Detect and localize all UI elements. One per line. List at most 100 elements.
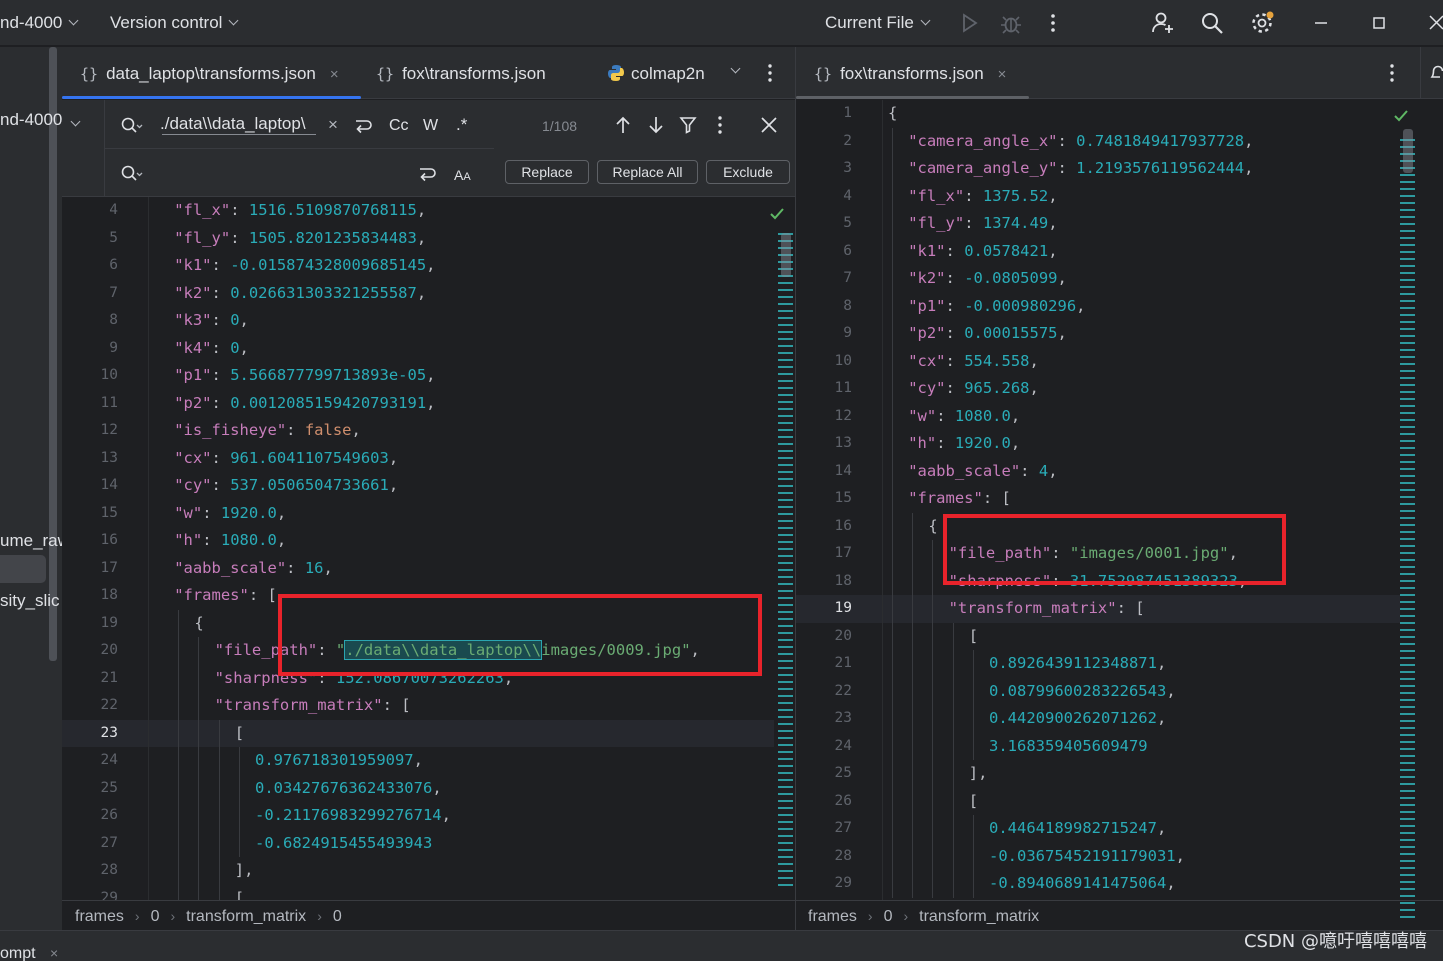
run-config-selector[interactable]: Current File: [825, 0, 931, 46]
code-line[interactable]: 10 "p1": 5.566877799713893e-05,: [62, 362, 774, 390]
collapse-chevron-icon[interactable]: [70, 116, 81, 134]
filter-icon[interactable]: [678, 114, 698, 136]
project-selector[interactable]: nd-4000: [0, 0, 79, 46]
close-window-icon[interactable]: [1424, 10, 1443, 36]
code-line[interactable]: 20 [: [796, 623, 1400, 651]
breadcrumb-item[interactable]: frames: [75, 908, 124, 925]
code-line[interactable]: 7 "k2": -0.0805099,: [796, 265, 1400, 293]
code-line[interactable]: 12 "is_fisheye": false,: [62, 417, 774, 445]
regex-toggle[interactable]: .*: [456, 115, 467, 135]
search-input[interactable]: ./data\\data_laptop\: [160, 114, 320, 134]
replace-all-button[interactable]: Replace All: [597, 160, 698, 184]
code-line[interactable]: 6 "k1": -0.015874328009685145,: [62, 252, 774, 280]
tab-data-laptop-transforms[interactable]: {} data_laptop\transforms.json ×: [80, 47, 339, 99]
more-vertical-icon[interactable]: [760, 62, 780, 84]
code-editor[interactable]: 4 "fl_x": 1516.5109870768115, 5 "fl_y": 150…: [62, 197, 795, 912]
settings-gear-icon[interactable]: [1249, 10, 1275, 36]
search-results-scroll-markers[interactable]: [1400, 139, 1415, 923]
code-line[interactable]: 12 "w": 1080.0,: [796, 403, 1400, 431]
code-line[interactable]: 2 "camera_angle_x": 0.7481849417937728,: [796, 128, 1400, 156]
code-line[interactable]: 11 "p2": 0.0012085159420793191,: [62, 390, 774, 418]
replace-button[interactable]: Replace: [505, 160, 589, 184]
code-line[interactable]: 21 0.8926439112348871,: [796, 650, 1400, 678]
scrollbar-thumb[interactable]: [781, 233, 791, 277]
multiline-icon[interactable]: [416, 164, 438, 184]
code-line[interactable]: 14 "cy": 537.0506504733661,: [62, 472, 774, 500]
inspection-ok-check-icon[interactable]: [769, 207, 785, 221]
code-line[interactable]: 22 "transform_matrix": [: [62, 692, 774, 720]
search-icon[interactable]: [1199, 10, 1225, 36]
project-scrollbar[interactable]: [49, 47, 57, 661]
add-user-icon[interactable]: [1150, 10, 1176, 36]
code-line[interactable]: 19 "transform_matrix": [: [796, 595, 1400, 623]
notifications-bell-icon[interactable]: [1428, 61, 1443, 83]
code-line[interactable]: 8 "p1": -0.000980296,: [796, 293, 1400, 321]
breadcrumb-item[interactable]: transform_matrix: [919, 908, 1039, 925]
close-find-icon[interactable]: [759, 114, 779, 136]
run-icon[interactable]: [956, 10, 982, 36]
breadcrumb-item[interactable]: 0: [884, 908, 893, 925]
code-line[interactable]: 29 -0.8940689141475064,: [796, 870, 1400, 898]
code-line[interactable]: 15 "frames": [: [796, 485, 1400, 513]
code-line[interactable]: 25 0.03427676362433076,: [62, 775, 774, 803]
code-line[interactable]: 25],: [796, 760, 1400, 788]
vcs-menu[interactable]: Version control: [110, 0, 239, 46]
close-tab-icon[interactable]: ×: [330, 66, 339, 83]
code-line[interactable]: 3 "camera_angle_y": 1.2193576119562444,: [796, 155, 1400, 183]
code-line[interactable]: 6 "k1": 0.0578421,: [796, 238, 1400, 266]
breadcrumb-item[interactable]: 0: [151, 908, 160, 925]
search-results-scroll-markers[interactable]: [778, 233, 793, 891]
tab-colmap2nerf[interactable]: colmap2n: [607, 47, 715, 99]
scrollbar-thumb[interactable]: [1403, 129, 1413, 173]
preserve-case-icon[interactable]: AA: [454, 167, 471, 183]
breadcrumb-item[interactable]: frames: [808, 908, 857, 925]
code-line[interactable]: 27 -0.6824915455493943: [62, 830, 774, 858]
more-vertical-icon[interactable]: [1382, 62, 1402, 84]
tabs-overflow-chevron-icon[interactable]: [730, 63, 741, 81]
minimize-icon[interactable]: [1308, 10, 1334, 36]
code-line[interactable]: 13 "h": 1920.0,: [796, 430, 1400, 458]
code-line[interactable]: 16 "h": 1080.0,: [62, 527, 774, 555]
code-line[interactable]: 9 "p2": 0.00015575,: [796, 320, 1400, 348]
selected-tree-row[interactable]: [0, 555, 46, 583]
previous-occurrence-icon[interactable]: [613, 114, 633, 136]
code-line[interactable]: 9 "k4": 0,: [62, 335, 774, 363]
search-history-icon[interactable]: [120, 116, 144, 136]
code-line[interactable]: 1{: [796, 100, 1400, 128]
code-line[interactable]: 8 "k3": 0,: [62, 307, 774, 335]
more-vertical-icon[interactable]: [712, 114, 728, 136]
code-line[interactable]: 23 [: [62, 720, 774, 748]
breadcrumb-item[interactable]: transform_matrix: [186, 908, 306, 925]
code-line[interactable]: 28 -0.03675452191179031,: [796, 843, 1400, 871]
code-line[interactable]: 10 "cx": 554.558,: [796, 348, 1400, 376]
code-editor[interactable]: 1{2 "camera_angle_x": 0.7481849417937728,…: [796, 100, 1443, 900]
next-occurrence-icon[interactable]: [646, 114, 666, 136]
bottom-tab-prompt[interactable]: ompt ×: [0, 945, 58, 961]
code-line[interactable]: 27 0.4464189982715247,: [796, 815, 1400, 843]
debug-icon[interactable]: [998, 10, 1024, 36]
code-line[interactable]: 28],: [62, 857, 774, 885]
close-tab-icon[interactable]: ×: [998, 66, 1007, 83]
code-line[interactable]: 15 "w": 1920.0,: [62, 500, 774, 528]
code-line[interactable]: 23 0.4420900262071262,: [796, 705, 1400, 733]
code-line[interactable]: 7 "k2": 0.026631303321255587,: [62, 280, 774, 308]
code-line[interactable]: 17 "aabb_scale": 16,: [62, 555, 774, 583]
code-line[interactable]: 5 "fl_y": 1505.8201235834483,: [62, 225, 774, 253]
more-vertical-icon[interactable]: [1040, 10, 1066, 36]
code-line[interactable]: 5 "fl_y": 1374.49,: [796, 210, 1400, 238]
clear-search-icon[interactable]: ×: [328, 115, 338, 135]
breadcrumb-item[interactable]: 0: [333, 908, 342, 925]
code-line[interactable]: 22 0.08799600283226543,: [796, 678, 1400, 706]
code-line[interactable]: 26 -0.21176983299276714,: [62, 802, 774, 830]
code-line[interactable]: 24 0.976718301959097,: [62, 747, 774, 775]
replace-history-icon[interactable]: [120, 164, 144, 184]
code-line[interactable]: 4 "fl_x": 1516.5109870768115,: [62, 197, 774, 225]
tab-fox-transforms[interactable]: {} fox\transforms.json ×: [814, 47, 1006, 99]
maximize-icon[interactable]: [1366, 10, 1392, 36]
tab-fox-transforms[interactable]: {} fox\transforms.json: [376, 47, 546, 99]
match-case-toggle[interactable]: Cc: [389, 117, 409, 135]
code-line[interactable]: 13 "cx": 961.6041107549603,: [62, 445, 774, 473]
whole-words-toggle[interactable]: W: [423, 117, 438, 135]
tree-item-root[interactable]: nd-4000: [0, 110, 62, 130]
close-tab-icon[interactable]: ×: [50, 945, 58, 961]
